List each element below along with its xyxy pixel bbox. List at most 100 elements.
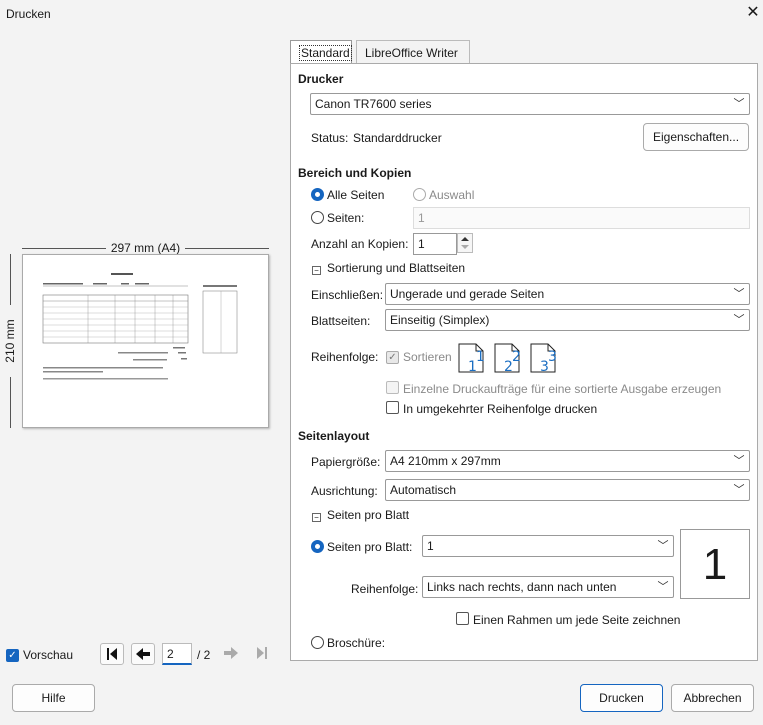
pages-input[interactable]: 1 [413,207,750,229]
page-number-input[interactable]: 2 [162,643,192,665]
pps-order-label: Reihenfolge: [351,582,419,596]
all-pages-label: Alle Seiten [327,188,385,202]
reverse-order-label: In umgekehrter Reihenfolge drucken [403,402,598,416]
brochure-label: Broschüre: [327,636,386,650]
collate-expander-toggle[interactable]: − [312,262,321,276]
pps-label: Seiten pro Blatt: [327,540,413,554]
status-label: Status: [311,131,349,145]
pps-expander-toggle[interactable]: − [312,509,321,523]
arrow-right-icon [224,647,238,659]
status-value: Standarddrucker [353,131,442,145]
width-label: 297 mm (A4) [108,241,183,255]
collate-illustration: 1 1 2 2 3 3 [458,341,568,375]
include-value: Ungerade und gerade Seiten [390,287,545,301]
next-page-button[interactable] [219,643,243,665]
border-checkbox[interactable] [456,612,469,628]
properties-button[interactable]: Eigenschaften... [643,123,749,151]
sort-label: Sortieren [403,350,452,364]
pages-label: Seiten: [327,211,365,225]
copies-spinner[interactable] [457,233,473,253]
sides-label: Blattseiten: [311,314,371,328]
checkbox-box [386,401,399,414]
all-pages-radio[interactable] [311,188,324,204]
tab-libreoffice-writer[interactable]: LibreOffice Writer [356,40,470,64]
page-number: 3 [548,349,557,365]
pps-value: 1 [427,539,434,553]
page-thumbnail [42,273,238,380]
pps-order-select[interactable]: Links nach rechts, dann nach unten ﹀ [422,576,674,598]
printer-value: Canon TR7600 series [315,97,432,111]
radio-indicator [311,636,324,649]
last-page-icon [257,647,267,659]
chevron-down-icon: ﹀ [733,98,745,110]
order-label: Reihenfolge: [311,350,379,364]
collapse-icon: − [312,513,321,522]
checkmark-icon: ✓ [6,649,19,662]
last-page-button[interactable] [250,643,274,665]
selection-label: Auswahl [429,188,475,202]
page-total: / 2 [197,648,211,662]
paper-size-select[interactable]: A4 210mm x 297mm ﹀ [385,450,750,472]
pps-select[interactable]: 1 ﹀ [422,535,674,557]
selection-radio[interactable] [413,188,426,204]
page-number: 1 [476,349,485,365]
cancel-button[interactable]: Abbrechen [671,684,754,712]
paper-size-label: Papiergröße: [311,455,381,469]
include-select[interactable]: Ungerade und gerade Seiten ﹀ [385,283,750,305]
sides-select[interactable]: Einseitig (Simplex) ﹀ [385,309,750,331]
chevron-down-icon: ﹀ [733,455,745,467]
page-preview [22,254,269,428]
copies-label: Anzahl an Kopien: [311,237,409,251]
radio-indicator [311,540,324,553]
height-dimension: 210 mm [2,254,18,428]
chevron-down-icon: ﹀ [657,581,669,593]
chevron-down-icon: ﹀ [733,288,745,300]
pps-radio[interactable] [311,540,324,556]
tab-standard[interactable]: Standard [290,40,352,64]
pages-radio[interactable] [311,211,324,227]
border-label: Einen Rahmen um jede Seite zeichnen [473,613,681,627]
chevron-down-icon: ﹀ [657,540,669,552]
height-label: 210 mm [3,305,17,377]
pps-preview: 1 [680,529,750,599]
page-number: 3 [540,359,549,375]
printer-heading: Drucker [298,72,344,86]
page-number: 1 [468,359,477,375]
brochure-radio[interactable] [311,636,324,652]
reverse-order-checkbox[interactable] [386,401,399,417]
width-dimension: 297 mm (A4) [22,241,269,255]
checkbox-box [456,612,469,625]
separate-jobs-label: Einzelne Druckaufträge für eine sortiert… [403,382,722,396]
paper-size-value: A4 210mm x 297mm [390,454,501,468]
checkbox-box [386,381,399,394]
orientation-label: Ausrichtung: [311,484,378,498]
radio-indicator [413,188,426,201]
checkmark-icon: ✓ [386,351,399,364]
chevron-down-icon: ﹀ [733,314,745,326]
printer-select[interactable]: Canon TR7600 series ﹀ [310,93,750,115]
orientation-value: Automatisch [390,483,457,497]
spin-arrows-icon [457,233,473,253]
tab-label: LibreOffice Writer [365,46,458,60]
preview-checkbox-label: Vorschau [23,648,74,662]
close-icon[interactable]: ✕ [744,4,762,22]
copies-input[interactable]: 1 [413,233,457,255]
help-button[interactable]: Hilfe [12,684,95,712]
sort-checkbox[interactable]: ✓ [386,349,399,364]
first-page-icon [107,648,117,660]
radio-indicator [311,188,324,201]
preview-checkbox[interactable]: ✓ [6,647,19,662]
arrow-left-icon [136,648,150,660]
collate-expander-label: Sortierung und Blattseiten [327,261,466,275]
dimension-line [22,248,106,249]
separate-jobs-checkbox[interactable] [386,381,399,397]
page-number: 2 [512,349,521,365]
include-label: Einschließen: [311,288,384,302]
chevron-down-icon: ﹀ [733,484,745,496]
first-page-button[interactable] [100,643,124,665]
orientation-select[interactable]: Automatisch ﹀ [385,479,750,501]
print-button[interactable]: Drucken [580,684,663,712]
pps-expander-label: Seiten pro Blatt [327,508,410,522]
sides-value: Einseitig (Simplex) [390,313,490,327]
previous-page-button[interactable] [131,643,155,665]
